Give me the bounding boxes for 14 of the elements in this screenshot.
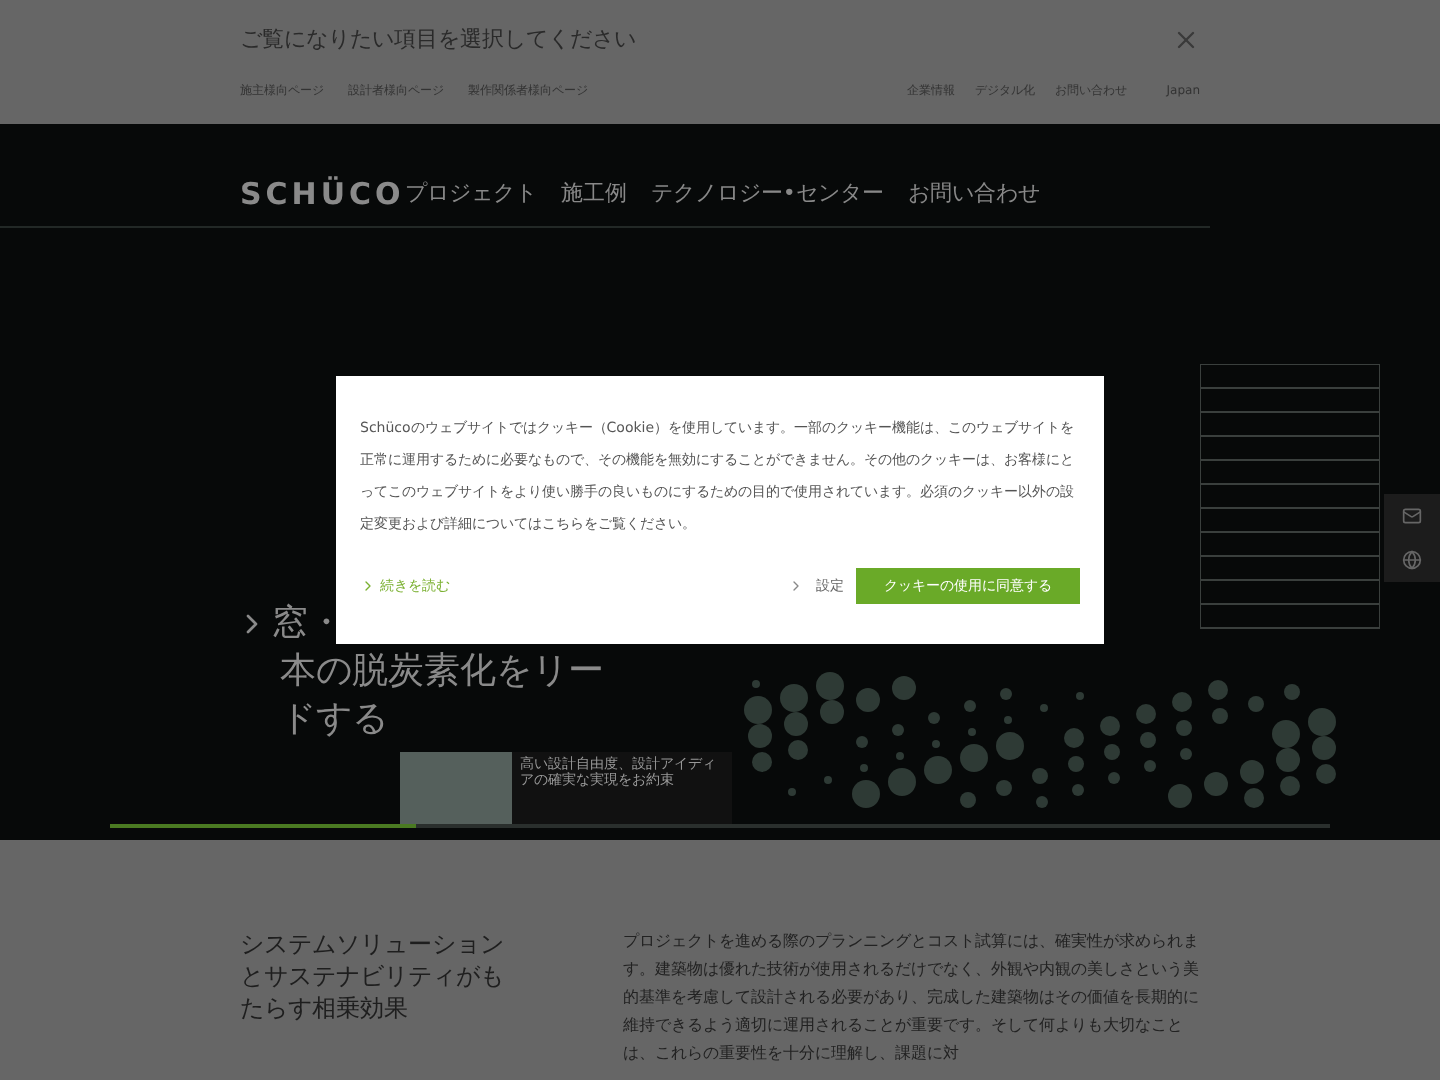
nav-link[interactable]: お問い合わせ: [907, 178, 1040, 212]
section-heading: システムソリューションとサステナビリティがもたらす相乗効果: [240, 928, 506, 1026]
section-paragraph: プロジェクトを進める際のプランニングとコスト試算には、確実性が求められます。建築物は優れた技術が使用されるだけでなく、外観や内観の美しさという美的基準を考慮して設計される必要があり、完成した建築物はその価値を長期的に維持できるよう適切に運用されることが重要です。そして何よりも大切なことは、これらの重要性を十分に理解し、課題に対: [622, 930, 1200, 1066]
hero-title-line: ドする: [280, 696, 388, 744]
audience-prompt: ご覧になりたい項目を選択してください: [240, 24, 636, 56]
nav-link[interactable]: プロジェクト: [404, 178, 537, 212]
chevron-icon: [360, 578, 376, 594]
nav-link[interactable]: 施工例: [560, 178, 627, 212]
nav-link[interactable]: テクノロジー•センター: [650, 178, 884, 212]
photo-placeholder: [400, 752, 512, 824]
logo[interactable]: SCHÜCO: [240, 172, 405, 218]
hero-title-line: 本の脱炭素化をリー: [280, 648, 604, 696]
chevron-icon: [788, 578, 804, 594]
hero-title-line: 窓・: [272, 600, 344, 648]
